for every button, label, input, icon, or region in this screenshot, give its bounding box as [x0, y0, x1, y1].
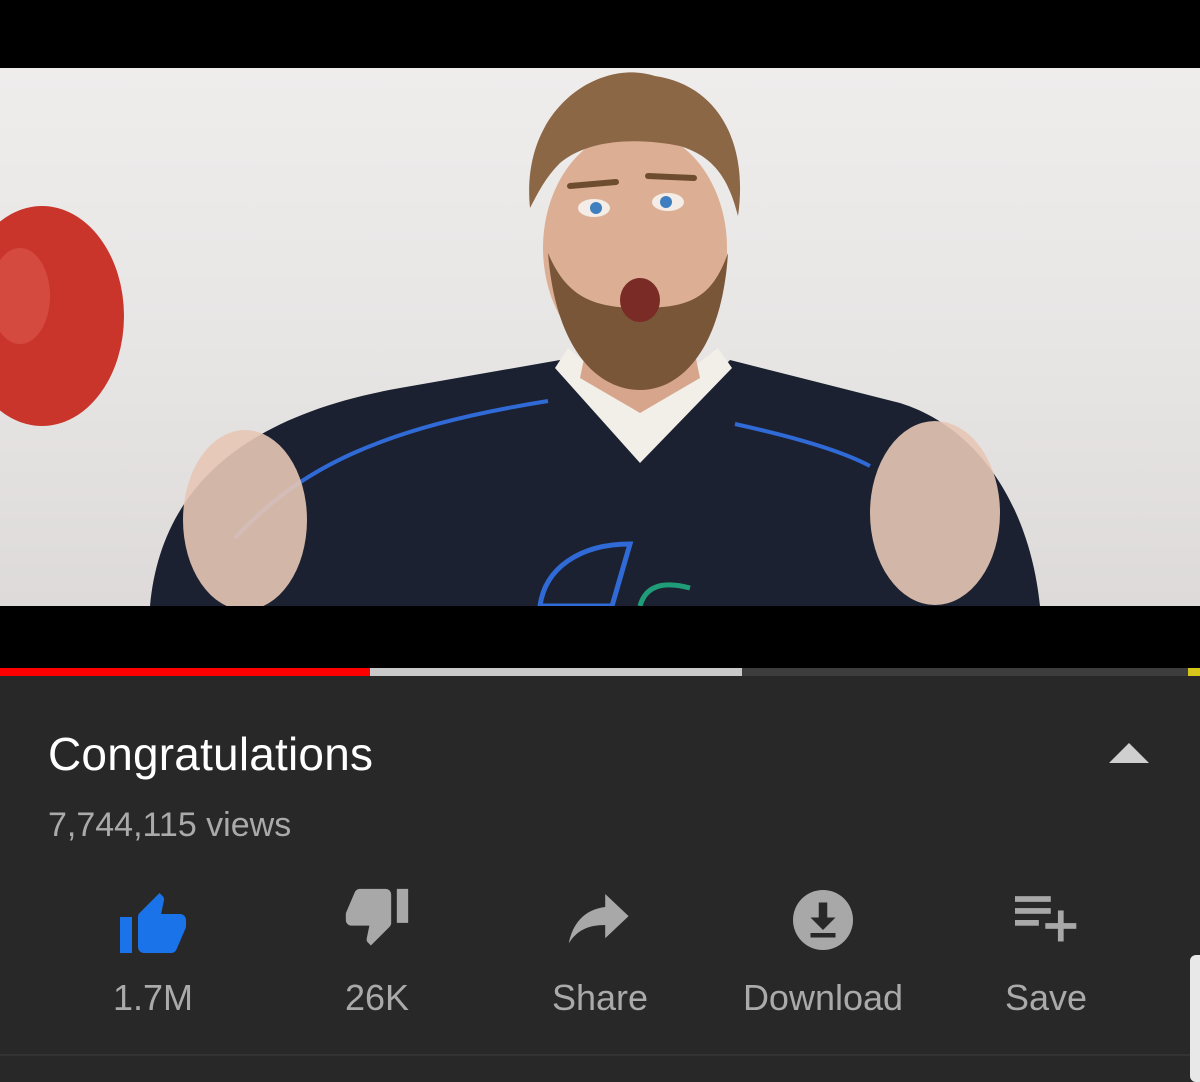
share-button[interactable]: Share — [530, 870, 670, 1020]
thumb-down-icon — [337, 880, 417, 960]
section-divider — [0, 1054, 1200, 1056]
action-bar: 1.7M 26K Share Download Save — [0, 870, 1200, 1030]
video-player[interactable] — [0, 0, 1200, 668]
dislike-button[interactable]: 26K — [317, 870, 437, 1020]
video-title: Congratulations — [48, 728, 374, 780]
person-shape — [150, 72, 1040, 606]
download-label: Download — [742, 977, 904, 1018]
share-arrow-icon — [560, 880, 640, 960]
save-button[interactable]: Save — [986, 870, 1106, 1020]
playlist-add-icon — [1006, 880, 1086, 960]
download-icon — [783, 880, 863, 960]
played-bar — [0, 668, 370, 676]
like-button[interactable]: 1.7M — [93, 870, 213, 1020]
thumb-up-icon — [113, 880, 193, 960]
chevron-up-icon — [1109, 741, 1149, 768]
view-count: 7,744,115 views — [48, 806, 292, 844]
save-label: Save — [1004, 977, 1088, 1018]
download-button[interactable]: Download — [728, 870, 918, 1020]
share-label: Share — [551, 977, 649, 1018]
video-progress-bar[interactable] — [0, 668, 1200, 676]
collapse-details-button[interactable] — [1100, 732, 1158, 776]
ad-marker — [1188, 668, 1200, 676]
scrollbar-thumb[interactable] — [1190, 955, 1200, 1082]
balloon-shape — [0, 206, 124, 426]
dislike-count: 26K — [344, 977, 410, 1018]
like-count: 1.7M — [112, 977, 194, 1018]
video-frame[interactable] — [0, 68, 1200, 606]
